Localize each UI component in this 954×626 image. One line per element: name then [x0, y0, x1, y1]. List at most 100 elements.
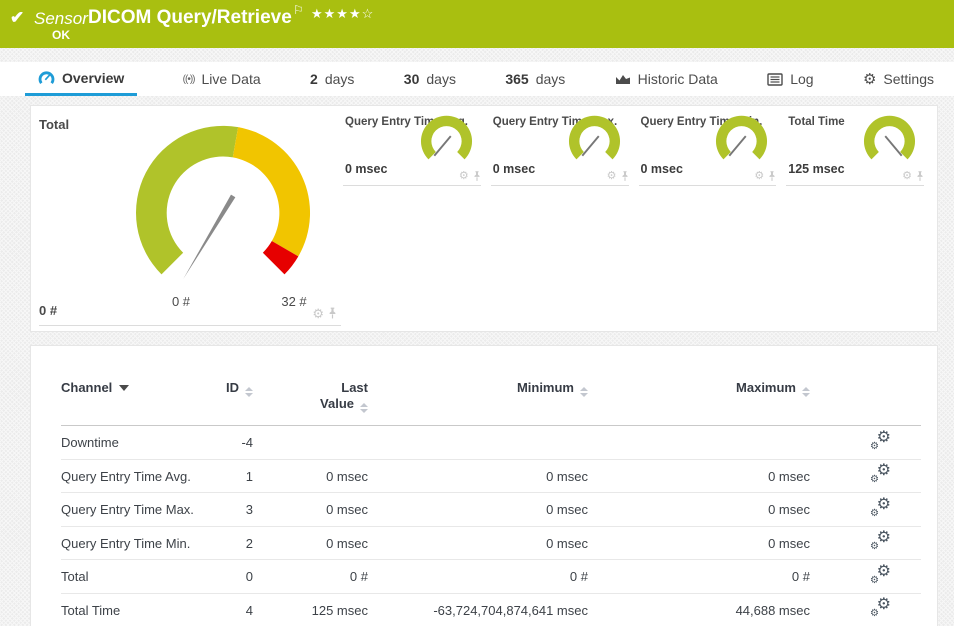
pin-icon[interactable] — [328, 307, 337, 320]
channel-settings-icon[interactable]: ⚙⚙ — [870, 599, 891, 618]
channel-name: Total Time — [61, 593, 221, 626]
gauge-value: 0 msec — [493, 162, 535, 176]
channel-id: 2 — [221, 526, 261, 560]
channel-last-value — [261, 426, 376, 460]
column-header-id[interactable]: ID — [221, 366, 261, 426]
tab-bar: Overview ((•)) Live Data 2 days 30 days … — [0, 62, 954, 96]
channel-id: 1 — [221, 459, 261, 493]
sort-desc-icon — [119, 385, 129, 391]
channel-last-value: 0 msec — [261, 459, 376, 493]
mini-gauge-card: Query Entry Time Avg. 0 msec ⚙ — [343, 106, 481, 186]
mini-gauges-row: Query Entry Time Avg. 0 msec ⚙ Query Ent… — [343, 106, 937, 186]
tab-historic-data[interactable]: Historic Data — [611, 62, 722, 96]
channel-last-value: 125 msec — [261, 593, 376, 626]
table-row: Downtime -4 ⚙⚙ — [61, 426, 921, 460]
gear-icon[interactable]: ⚙ — [312, 307, 324, 320]
channel-minimum: 0 msec — [376, 459, 596, 493]
channel-name: Query Entry Time Min. — [61, 526, 221, 560]
status-check-icon: ✔ — [10, 8, 24, 28]
sensor-kind-label: Sensor — [34, 9, 88, 29]
gauge-title: Total Time — [788, 116, 844, 128]
column-header-maximum[interactable]: Maximum — [596, 366, 818, 426]
sort-icon — [802, 387, 810, 397]
channel-settings-icon[interactable]: ⚙⚙ — [870, 566, 891, 585]
status-badge: OK — [52, 28, 70, 42]
tab-label: days — [536, 71, 566, 87]
channel-last-value: 0 msec — [261, 493, 376, 527]
tab-2-days[interactable]: 2 days — [306, 62, 358, 96]
log-list-icon — [767, 73, 783, 86]
mini-gauge-card: Query Entry Time Min. 0 msec ⚙ — [639, 106, 777, 186]
gear-icon[interactable]: ⚙ — [459, 171, 469, 182]
pin-icon[interactable] — [768, 171, 776, 182]
mini-gauge-card: Total Time 125 msec ⚙ — [786, 106, 924, 186]
gauges-panel: Total 0 # 32 # 0 # ⚙ Query Entry Time Av… — [30, 105, 938, 332]
gear-icon[interactable]: ⚙ — [754, 171, 764, 182]
channel-name: Query Entry Time Avg. — [61, 459, 221, 493]
tab-settings[interactable]: ⚙ Settings — [859, 62, 938, 96]
table-header-row: Channel ID Last Value Minimum Maximum — [61, 366, 921, 426]
tab-overview[interactable]: Overview — [25, 62, 137, 96]
pin-icon[interactable] — [916, 171, 924, 182]
channel-name: Query Entry Time Max. — [61, 493, 221, 527]
column-header-channel[interactable]: Channel — [61, 366, 221, 426]
tab-log[interactable]: Log — [763, 62, 817, 96]
tab-label: Overview — [62, 70, 124, 86]
tab-live-data[interactable]: ((•)) Live Data — [179, 62, 265, 96]
column-header-minimum[interactable]: Minimum — [376, 366, 596, 426]
gauge-needle — [183, 195, 235, 279]
gauge-scale-min: 0 # — [161, 294, 201, 309]
channel-minimum: 0 # — [376, 560, 596, 594]
tab-number: 2 — [310, 71, 318, 87]
tab-number: 30 — [404, 71, 420, 87]
table-row: Total Time 4 125 msec -63,724,704,874,64… — [61, 593, 921, 626]
tab-label: days — [426, 71, 456, 87]
tab-365-days[interactable]: 365 days — [501, 62, 569, 96]
channel-id: -4 — [221, 426, 261, 460]
channel-minimum: 0 msec — [376, 526, 596, 560]
channel-settings-icon[interactable]: ⚙⚙ — [870, 432, 891, 451]
channel-maximum: 44,688 msec — [596, 593, 818, 626]
channel-maximum: 0 msec — [596, 526, 818, 560]
tab-30-days[interactable]: 30 days — [400, 62, 460, 96]
sort-icon — [245, 387, 253, 397]
pin-icon[interactable] — [621, 171, 629, 182]
mini-gauge — [418, 111, 475, 163]
total-gauge-card: Total 0 # 32 # 0 # ⚙ — [31, 106, 343, 331]
gear-icon: ⚙ — [863, 72, 876, 87]
channel-minimum: -63,724,704,874,641 msec — [376, 593, 596, 626]
channel-maximum: 0 msec — [596, 493, 818, 527]
gear-icon[interactable]: ⚙ — [902, 171, 912, 182]
table-row: Query Entry Time Avg. 1 0 msec 0 msec 0 … — [61, 459, 921, 493]
channel-settings-icon[interactable]: ⚙⚙ — [870, 499, 891, 518]
gear-icon[interactable]: ⚙ — [607, 171, 617, 182]
tab-label: Live Data — [201, 71, 260, 87]
gauge-value: 0 # — [39, 303, 57, 318]
tab-label: Settings — [883, 71, 934, 87]
gauge-icon — [38, 70, 55, 86]
gauge-value: 0 msec — [345, 162, 387, 176]
table-row: Query Entry Time Max. 3 0 msec 0 msec 0 … — [61, 493, 921, 527]
tab-label: Log — [790, 71, 813, 87]
column-header-last-value[interactable]: Last Value — [261, 366, 376, 426]
channel-maximum: 0 # — [596, 560, 818, 594]
total-gauge — [124, 114, 322, 290]
channel-settings-icon[interactable]: ⚙⚙ — [870, 532, 891, 551]
gauge-value: 0 msec — [641, 162, 683, 176]
channel-last-value: 0 # — [261, 560, 376, 594]
priority-stars[interactable]: ★★★★☆ — [311, 6, 374, 22]
gauge-needle — [730, 136, 746, 156]
sort-icon — [360, 403, 368, 413]
channel-maximum: 0 msec — [596, 459, 818, 493]
gauge-needle — [582, 136, 598, 156]
priority-flag-icon[interactable]: ⚐ — [293, 3, 304, 17]
channels-panel: Channel ID Last Value Minimum Maximum — [30, 345, 938, 626]
channel-minimum: 0 msec — [376, 493, 596, 527]
pin-icon[interactable] — [473, 171, 481, 182]
channel-id: 4 — [221, 593, 261, 626]
channel-maximum — [596, 426, 818, 460]
tab-label: Historic Data — [638, 71, 718, 87]
live-data-icon: ((•)) — [183, 74, 195, 85]
channel-settings-icon[interactable]: ⚙⚙ — [870, 465, 891, 484]
mini-gauge — [713, 111, 770, 163]
